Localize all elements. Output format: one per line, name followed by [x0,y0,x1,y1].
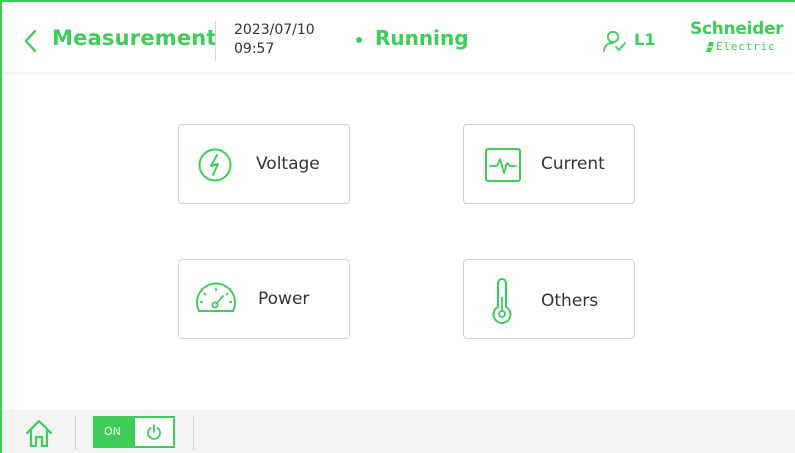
footer-divider [193,416,194,450]
logo-bottom-text: Electric [716,40,776,53]
home-button[interactable] [24,418,54,448]
status-dot-icon [356,37,362,43]
status-text: Running [375,26,469,50]
footer-divider [75,416,76,450]
back-button[interactable] [22,27,40,55]
header-bar: Measurement 2023/07/10 09:57 Running L1 … [2,2,795,72]
power-toggle[interactable]: ON [93,416,175,448]
chevron-left-icon [24,29,37,53]
page-title: Measurement [52,26,217,50]
tile-voltage[interactable]: Voltage [178,124,350,204]
tile-current[interactable]: Current [463,124,635,204]
tile-label: Current [541,154,605,174]
tile-others[interactable]: Others [463,259,635,339]
tile-label: Others [541,291,599,311]
header-divider [215,21,216,61]
schneider-logo: Schneider Electric [686,19,795,63]
lightning-icon [198,148,232,182]
datetime: 2023/07/10 09:57 [234,21,315,59]
user-level: L1 [634,30,656,49]
thermometer-icon [492,278,512,324]
logo-mark-icon [706,42,714,52]
toggle-label: ON [104,425,121,438]
tile-label: Power [258,289,310,309]
power-icon [147,424,161,440]
gauge-icon [196,282,236,312]
tile-power[interactable]: Power [178,259,350,339]
waveform-icon [485,148,521,182]
time-text: 09:57 [234,41,275,57]
logo-top-text: Schneider [690,19,784,39]
app-frame: Measurement 2023/07/10 09:57 Running L1 … [0,0,795,453]
date-text: 2023/07/10 [234,22,315,38]
home-icon [25,419,53,448]
footer-bar: ON [2,410,795,453]
tile-label: Voltage [256,154,320,174]
user-icon[interactable] [602,29,628,53]
toggle-knob [135,418,173,446]
